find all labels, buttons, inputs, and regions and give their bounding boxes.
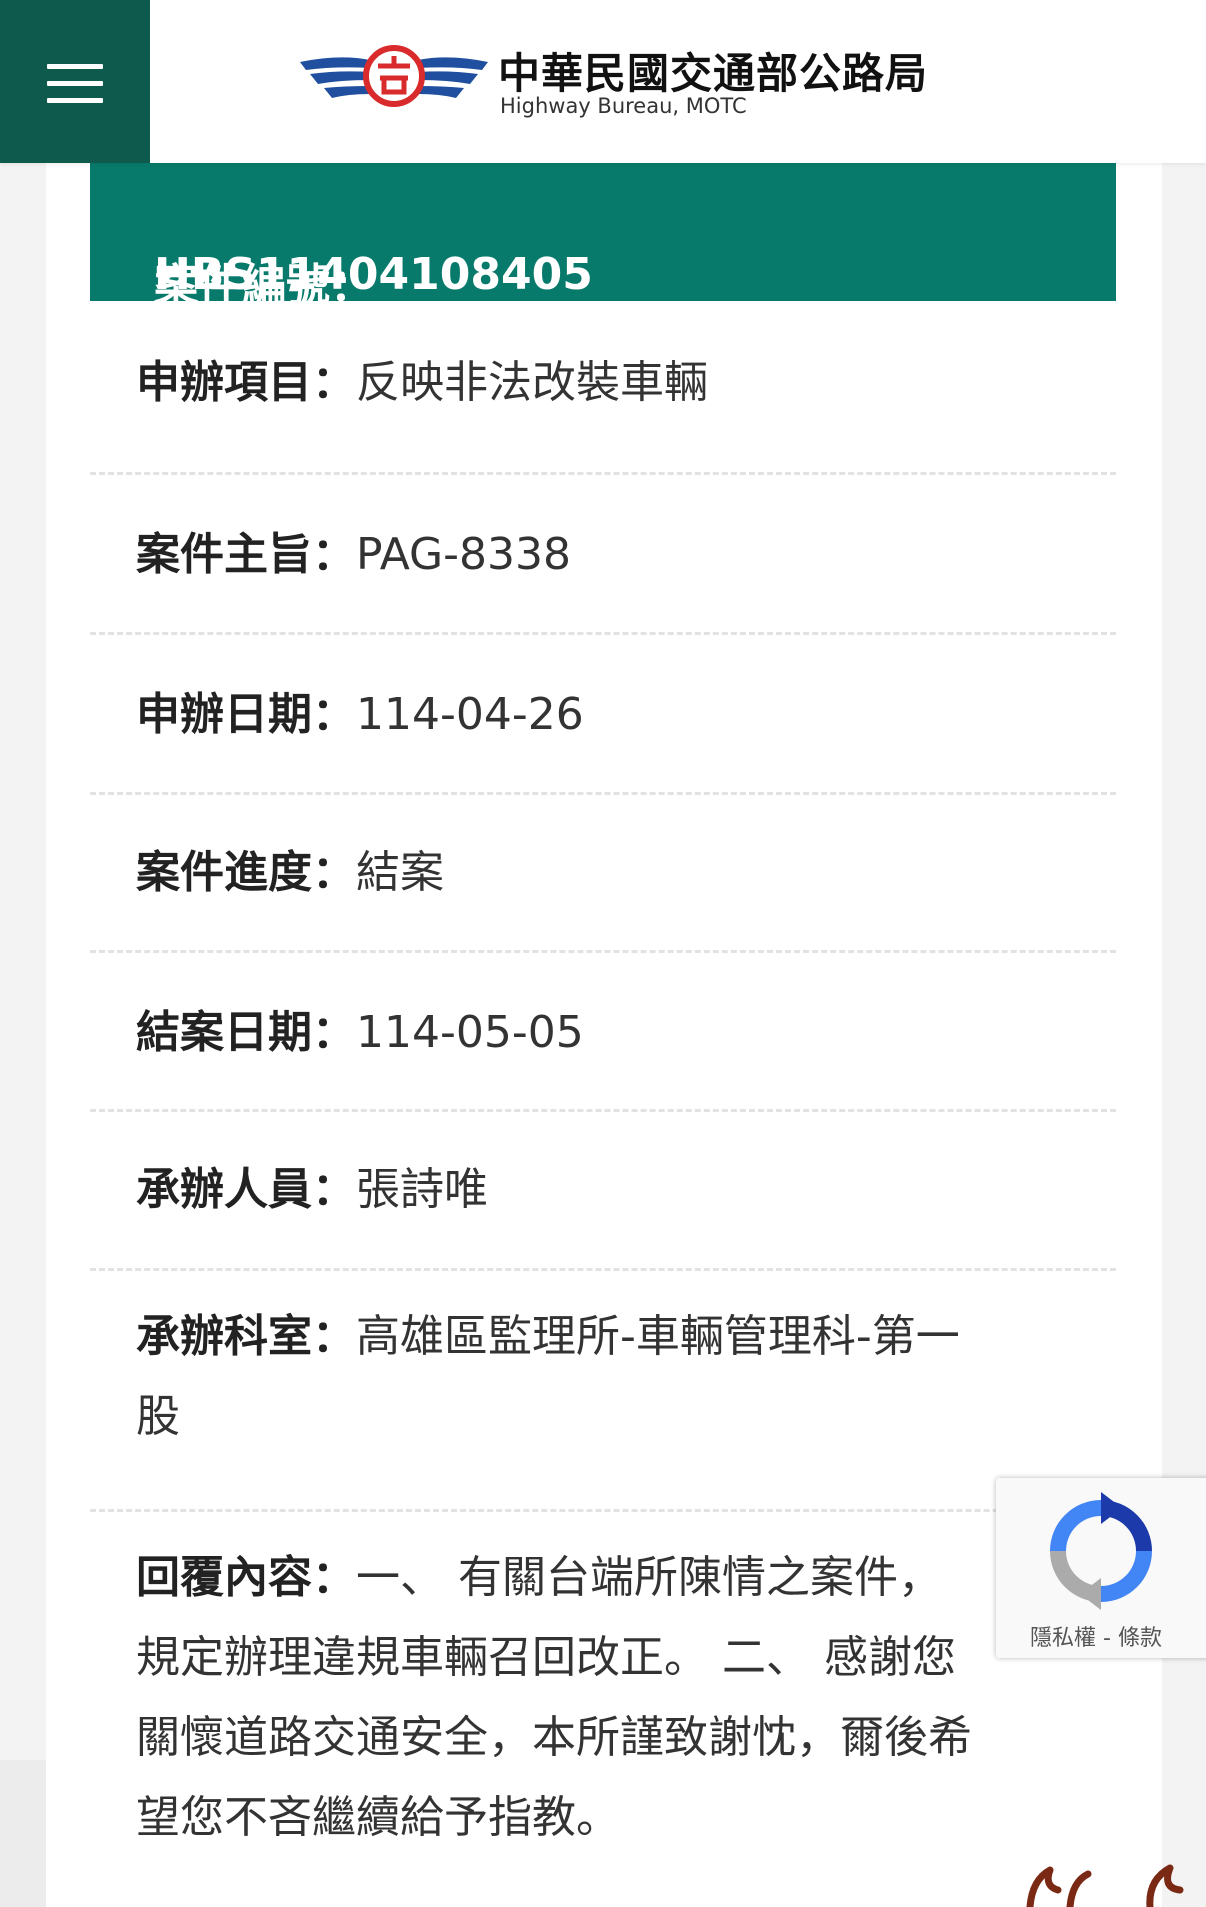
site-logo[interactable]: 中華民國交通部公路局 Highway Bureau, MOTC: [300, 40, 927, 130]
site-header: 中華民國交通部公路局 Highway Bureau, MOTC: [0, 0, 1206, 163]
detail-value: 114-04-26: [356, 689, 584, 740]
case-number-banner: 案件編號： HBS11404108405: [90, 163, 1116, 311]
case-number-value: HBS11404108405: [154, 249, 593, 300]
detail-row-progress: 案件進度：結案: [90, 795, 1116, 953]
detail-label: 申辦項目：: [136, 357, 356, 408]
site-subtitle: Highway Bureau, MOTC: [500, 94, 747, 118]
detail-label: 案件主旨：: [136, 529, 356, 580]
detail-label: 結案日期：: [136, 1007, 356, 1058]
decorative-illustration: [1026, 1864, 1184, 1907]
highway-bureau-emblem-icon: [300, 45, 488, 107]
detail-row-application-date: 申辦日期：114-04-26: [90, 635, 1116, 795]
detail-row-application-item: 申辦項目：反映非法改裝車輛: [90, 301, 1116, 475]
detail-label: 承辦人員：: [136, 1164, 356, 1215]
detail-value-continued: 股: [136, 1391, 180, 1442]
site-title: 中華民國交通部公路局: [498, 49, 929, 98]
recaptcha-terms-link[interactable]: 條款: [1118, 1626, 1162, 1651]
detail-value: 高雄區監理所-車輛管理科-第一: [356, 1311, 960, 1362]
recaptcha-separator: -: [1096, 1626, 1118, 1651]
detail-row-handler: 承辦人員：張詩唯: [90, 1112, 1116, 1271]
hamburger-icon: [47, 64, 103, 115]
detail-label: 承辦科室：: [136, 1311, 356, 1362]
detail-label: 回覆內容：: [136, 1552, 356, 1603]
detail-row-subject: 案件主旨：PAG-8338: [90, 475, 1116, 635]
detail-value: 114-05-05: [356, 1007, 584, 1058]
reply-line: 一、 有關台端所陳情之案件，: [356, 1552, 942, 1603]
recaptcha-privacy-link[interactable]: 隱私權: [1030, 1626, 1096, 1651]
reply-line: 望您不吝繼續給予指教。: [136, 1792, 620, 1843]
detail-label: 案件進度：: [136, 847, 356, 898]
recaptcha-icon: [1050, 1492, 1152, 1610]
detail-value: 結案: [356, 847, 444, 898]
detail-label: 申辦日期：: [136, 689, 356, 740]
detail-value: PAG-8338: [356, 529, 571, 580]
reply-line: 關懷道路交通安全，本所謹致謝忱，爾後希: [136, 1712, 972, 1763]
reply-line: 規定辦理違規車輛召回改正。 二、 感謝您: [136, 1632, 956, 1683]
detail-row-department: 承辦科室：高雄區監理所-車輛管理科-第一 股: [90, 1271, 1116, 1512]
detail-value: 反映非法改裝車輛: [356, 357, 708, 408]
detail-row-closed-date: 結案日期：114-05-05: [90, 953, 1116, 1112]
detail-row-reply: 回覆內容：一、 有關台端所陳情之案件， 規定辦理違規車輛召回改正。 二、 感謝您…: [90, 1512, 1116, 1907]
recaptcha-badge[interactable]: 隱私權 - 條款: [996, 1478, 1206, 1658]
background-decoration: [0, 1760, 46, 1907]
detail-value: 張詩唯: [356, 1164, 488, 1215]
menu-button[interactable]: [0, 0, 150, 163]
